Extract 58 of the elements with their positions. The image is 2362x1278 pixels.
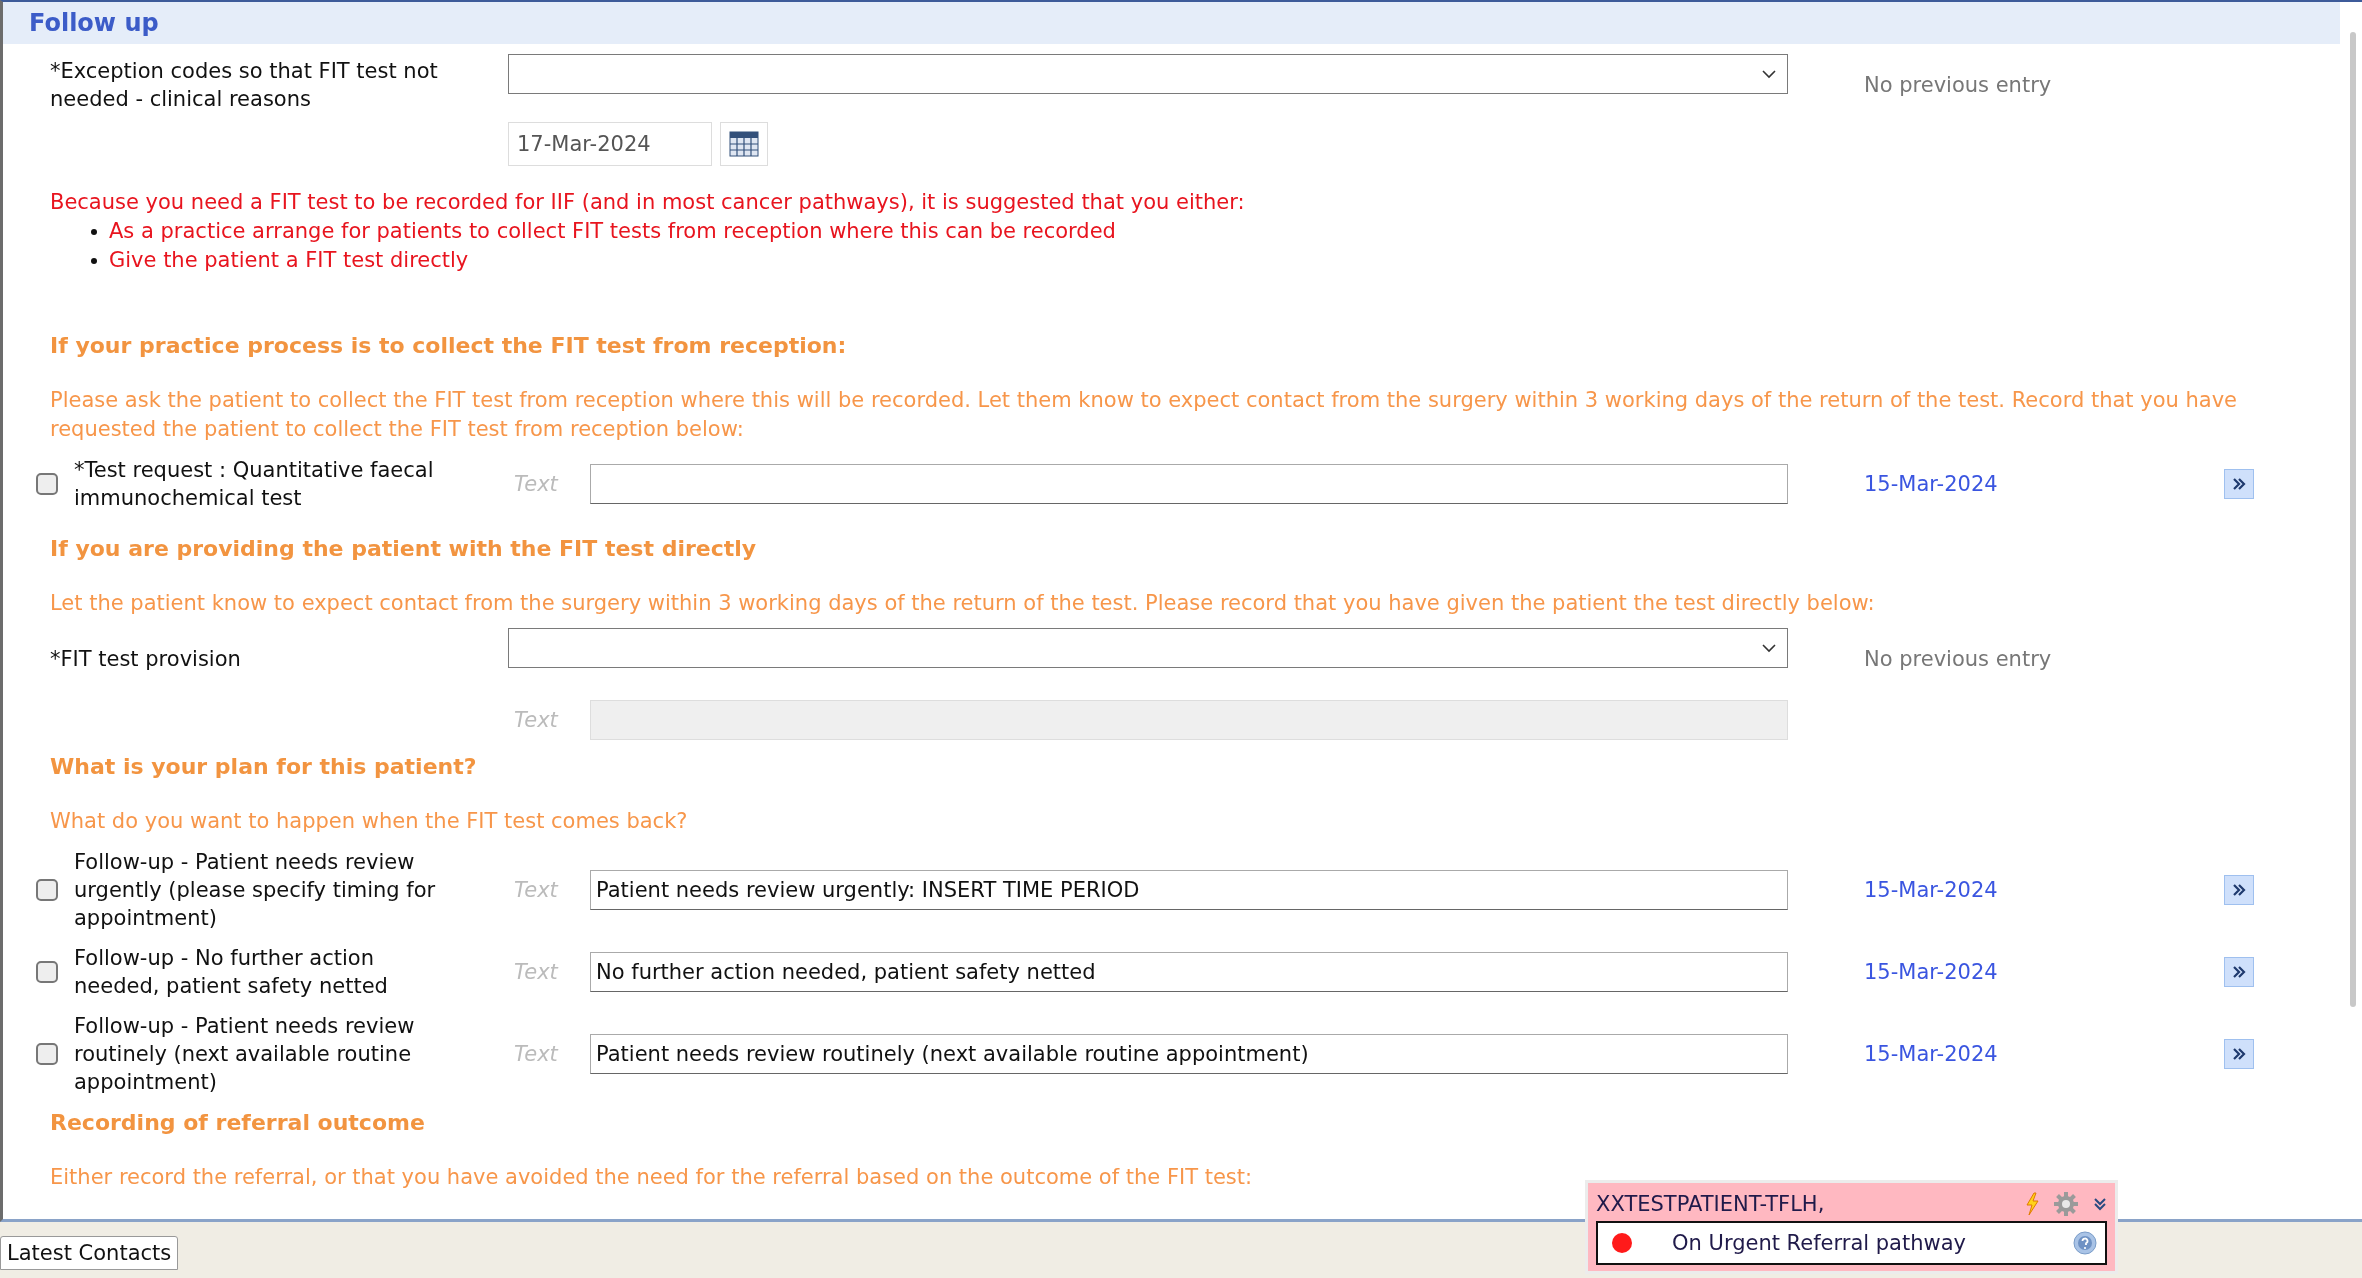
- instruction-text: Either record the referral, or that you have avoided the need for the referral based on the outcome of the FIT test:: [50, 1165, 1253, 1189]
- entry-date: 15-Mar-2024: [1864, 1042, 1999, 1066]
- checkbox-label: Follow-up - Patient needs review urgently (please specify timing for appointment): [74, 849, 437, 932]
- section-heading: Recording of referral outcome: [50, 1110, 425, 1135]
- text-field[interactable]: No further action needed, patient safety netted: [590, 952, 1788, 992]
- double-chevron-icon: [2232, 884, 2246, 896]
- entry-date: 15-Mar-2024: [1864, 472, 1999, 496]
- text-hint: Text: [513, 472, 560, 496]
- text-hint: Text: [513, 708, 560, 732]
- expand-button[interactable]: [2224, 469, 2254, 499]
- previous-entry: No previous entry: [1864, 73, 2052, 97]
- checkbox-label: Follow-up - Patient needs review routinely (next available routine appointment): [74, 1013, 416, 1096]
- calendar-icon[interactable]: [720, 122, 768, 166]
- field-label: *FIT test provision: [49, 646, 242, 673]
- warning-bullet: Give the patient a FIT test directly: [109, 247, 469, 274]
- expand-button[interactable]: [2224, 957, 2254, 987]
- instruction-text: Let the patient know to expect contact from the surgery within 3 working days of the return of the test. Please record that you have given the patient the test directly below:: [50, 591, 1875, 615]
- text-hint: Text: [513, 960, 560, 984]
- text-hint: Text: [513, 1042, 560, 1066]
- expand-button[interactable]: [2224, 1039, 2254, 1069]
- date-field[interactable]: 17-Mar-2024: [508, 122, 712, 166]
- section-heading: If you are providing the patient with the FIT test directly: [50, 536, 757, 561]
- checkbox[interactable]: [36, 879, 58, 901]
- tab[interactable]: Latest Contacts: [0, 1236, 179, 1270]
- expand-button[interactable]: [2224, 875, 2254, 905]
- checkbox-label: *Test request : Quantitative faecal immunochemical test: [74, 457, 435, 512]
- help-icon[interactable]: [2073, 1231, 2097, 1255]
- status-text: On Urgent Referral pathway: [1672, 1231, 1967, 1255]
- section-header: Follow up: [3, 2, 2340, 44]
- dropdown-field[interactable]: [508, 54, 1788, 94]
- instruction-text: Please ask the patient to collect the FIT test from reception where this will be recorded. Let them know to expect contact from the surgery within 3 working days of the return of the test. Record that you have requested the patient to collect the FIT test from reception below:: [50, 388, 2238, 441]
- text-field[interactable]: Patient needs review urgently: INSERT TIME PERIOD: [590, 870, 1788, 910]
- double-chevron-icon: [2232, 1048, 2246, 1060]
- double-chevron-icon: [2232, 478, 2246, 490]
- checkbox-label: Follow-up - No further action needed, patient safety netted: [74, 945, 389, 1000]
- patient-name: XXTESTPATIENT-TFLH,: [1596, 1192, 1826, 1216]
- warning-bullet: As a practice arrange for patients to collect FIT tests from reception where this can be recorded: [109, 218, 1116, 245]
- text-field[interactable]: [590, 464, 1788, 504]
- scrollbar[interactable]: [2350, 32, 2356, 1007]
- double-chevron-icon[interactable]: [2093, 1197, 2107, 1211]
- previous-entry: No previous entry: [1864, 647, 2052, 671]
- field-label: *Exception codes so that FIT test not needed - clinical reasons: [49, 58, 439, 113]
- section-heading: If your practice process is to collect the FIT test from reception:: [50, 333, 847, 358]
- entry-date: 15-Mar-2024: [1864, 960, 1999, 984]
- section-heading: What is your plan for this patient?: [50, 754, 477, 779]
- warning-text: Because you need a FIT test to be recorded for IIF (and in most cancer pathways), it is suggested that you either:: [49, 190, 1245, 214]
- caret-icon: [1761, 643, 1777, 653]
- checkbox[interactable]: [36, 1043, 58, 1065]
- dropdown-field[interactable]: [508, 628, 1788, 668]
- text-hint: Text: [513, 878, 560, 902]
- checkbox[interactable]: [36, 961, 58, 983]
- caret-icon: [1761, 69, 1777, 79]
- settings-icon[interactable]: [2053, 1191, 2079, 1217]
- double-chevron-icon: [2232, 966, 2246, 978]
- entry-date: 15-Mar-2024: [1864, 878, 1999, 902]
- checkbox[interactable]: [36, 473, 58, 495]
- instruction-text: What do you want to happen when the FIT test comes back?: [50, 809, 688, 833]
- text-field[interactable]: Patient needs review routinely (next available routine appointment): [590, 1034, 1788, 1074]
